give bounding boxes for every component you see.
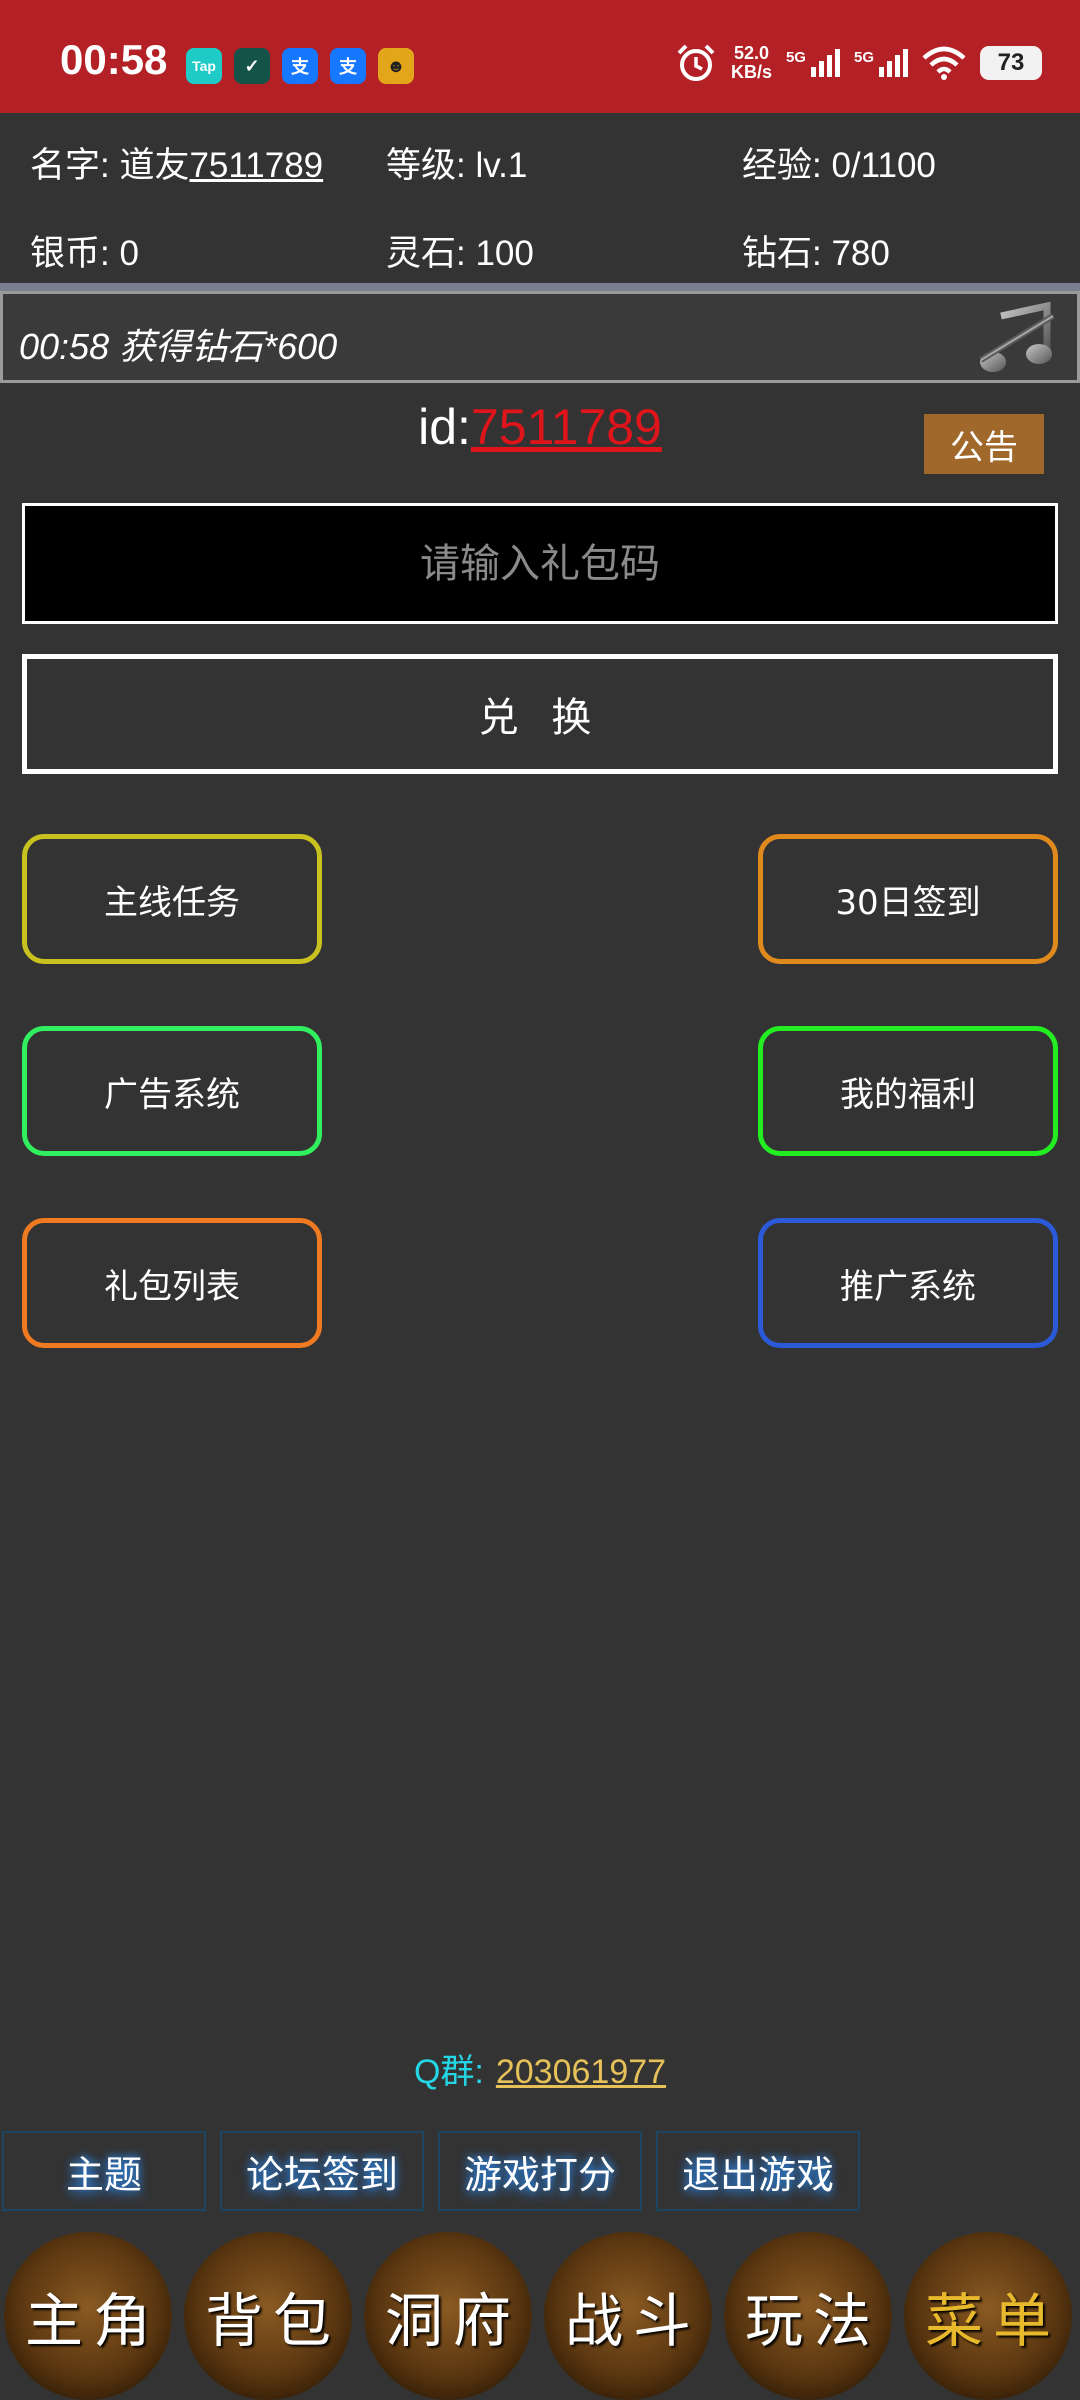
- battery-icon: 73: [980, 46, 1042, 80]
- action-tabs: 主题 论坛签到 游戏打分 退出游戏: [2, 2131, 860, 2211]
- alipay-app-icon: 支: [330, 48, 366, 84]
- player-level: 等级: lv.1: [386, 146, 528, 185]
- wifi-icon: [922, 46, 966, 80]
- network-speed-value: 52.0: [733, 43, 769, 63]
- divider: [0, 283, 1080, 291]
- announcement-button[interactable]: 公告: [924, 414, 1044, 474]
- signal-icon: 5G: [854, 49, 908, 77]
- player-info-panel: 名字: 道友7511789 等级: lv.1 经验: 0/1100 银币: 0 …: [0, 113, 1080, 288]
- player-id: id:7511789: [0, 398, 1080, 456]
- player-name-label: 名字:: [30, 146, 120, 185]
- silver-coin-count: 银币: 0: [30, 234, 139, 273]
- gift-code-input[interactable]: [22, 503, 1058, 624]
- network-type-label: 5G: [785, 49, 806, 66]
- ad-system-button[interactable]: 广告系统: [22, 1026, 322, 1156]
- player-name-prefix: 道友: [119, 146, 190, 185]
- taptap-app-icon: Tap: [186, 48, 222, 84]
- rate-game-button[interactable]: 游戏打分: [438, 2131, 642, 2211]
- theme-button[interactable]: 主题: [2, 2131, 206, 2211]
- player-name: 名字: 道友7511789: [30, 137, 323, 188]
- status-right: 52.0 KB/s 5G 5G 73: [675, 42, 1042, 84]
- network-speed-unit: KB/s: [730, 62, 772, 82]
- daily-checkin-button[interactable]: 30日签到: [758, 834, 1058, 964]
- alipay-app-icon: 支: [282, 48, 318, 84]
- game-character-app-icon: ☻: [378, 48, 414, 84]
- game-app-icon: ✓: [234, 48, 270, 84]
- nav-character-button[interactable]: 主角: [4, 2232, 172, 2400]
- status-bar: 00:58 Tap ✓ 支 支 ☻ 52.0 KB/s 5G 5G 73: [0, 0, 1080, 113]
- spirit-stone-count: 灵石: 100: [386, 234, 534, 273]
- music-off-icon[interactable]: [973, 302, 1059, 376]
- player-id-value[interactable]: 7511789: [471, 399, 662, 455]
- notice-text: 00:58 获得钻石*600: [19, 326, 338, 367]
- nav-battle-button[interactable]: 战斗: [544, 2232, 712, 2400]
- redeem-button[interactable]: 兑 换: [22, 654, 1058, 774]
- qq-group-number[interactable]: 203061977: [496, 2053, 666, 2091]
- notice-marquee: 00:58 获得钻石*600: [0, 291, 1080, 383]
- main-quest-button[interactable]: 主线任务: [22, 834, 322, 964]
- network-speed: 52.0 KB/s: [731, 44, 772, 82]
- my-benefits-button[interactable]: 我的福利: [758, 1026, 1058, 1156]
- notification-icons: Tap ✓ 支 支 ☻: [186, 48, 414, 84]
- diamond-count: 钻石: 780: [742, 234, 890, 273]
- nav-bag-button[interactable]: 背包: [184, 2232, 352, 2400]
- player-id-label: id:: [418, 399, 471, 455]
- exit-game-button[interactable]: 退出游戏: [656, 2131, 860, 2211]
- gift-list-button[interactable]: 礼包列表: [22, 1218, 322, 1348]
- alarm-icon: [677, 44, 715, 81]
- qq-group: Q群: 203061977: [0, 2044, 1080, 2093]
- nav-cave-button[interactable]: 洞府: [364, 2232, 532, 2400]
- player-name-value[interactable]: 7511789: [189, 146, 323, 185]
- qq-group-label: Q群:: [413, 2053, 484, 2091]
- nav-menu-button[interactable]: 菜单: [904, 2232, 1072, 2400]
- referral-system-button[interactable]: 推广系统: [758, 1218, 1058, 1348]
- status-time: 00:58: [60, 36, 168, 83]
- network-type-label: 5G: [853, 49, 874, 66]
- signal-icon: 5G: [786, 49, 840, 77]
- player-exp: 经验: 0/1100: [742, 146, 936, 185]
- forum-checkin-button[interactable]: 论坛签到: [220, 2131, 424, 2211]
- nav-gameplay-button[interactable]: 玩法: [724, 2232, 892, 2400]
